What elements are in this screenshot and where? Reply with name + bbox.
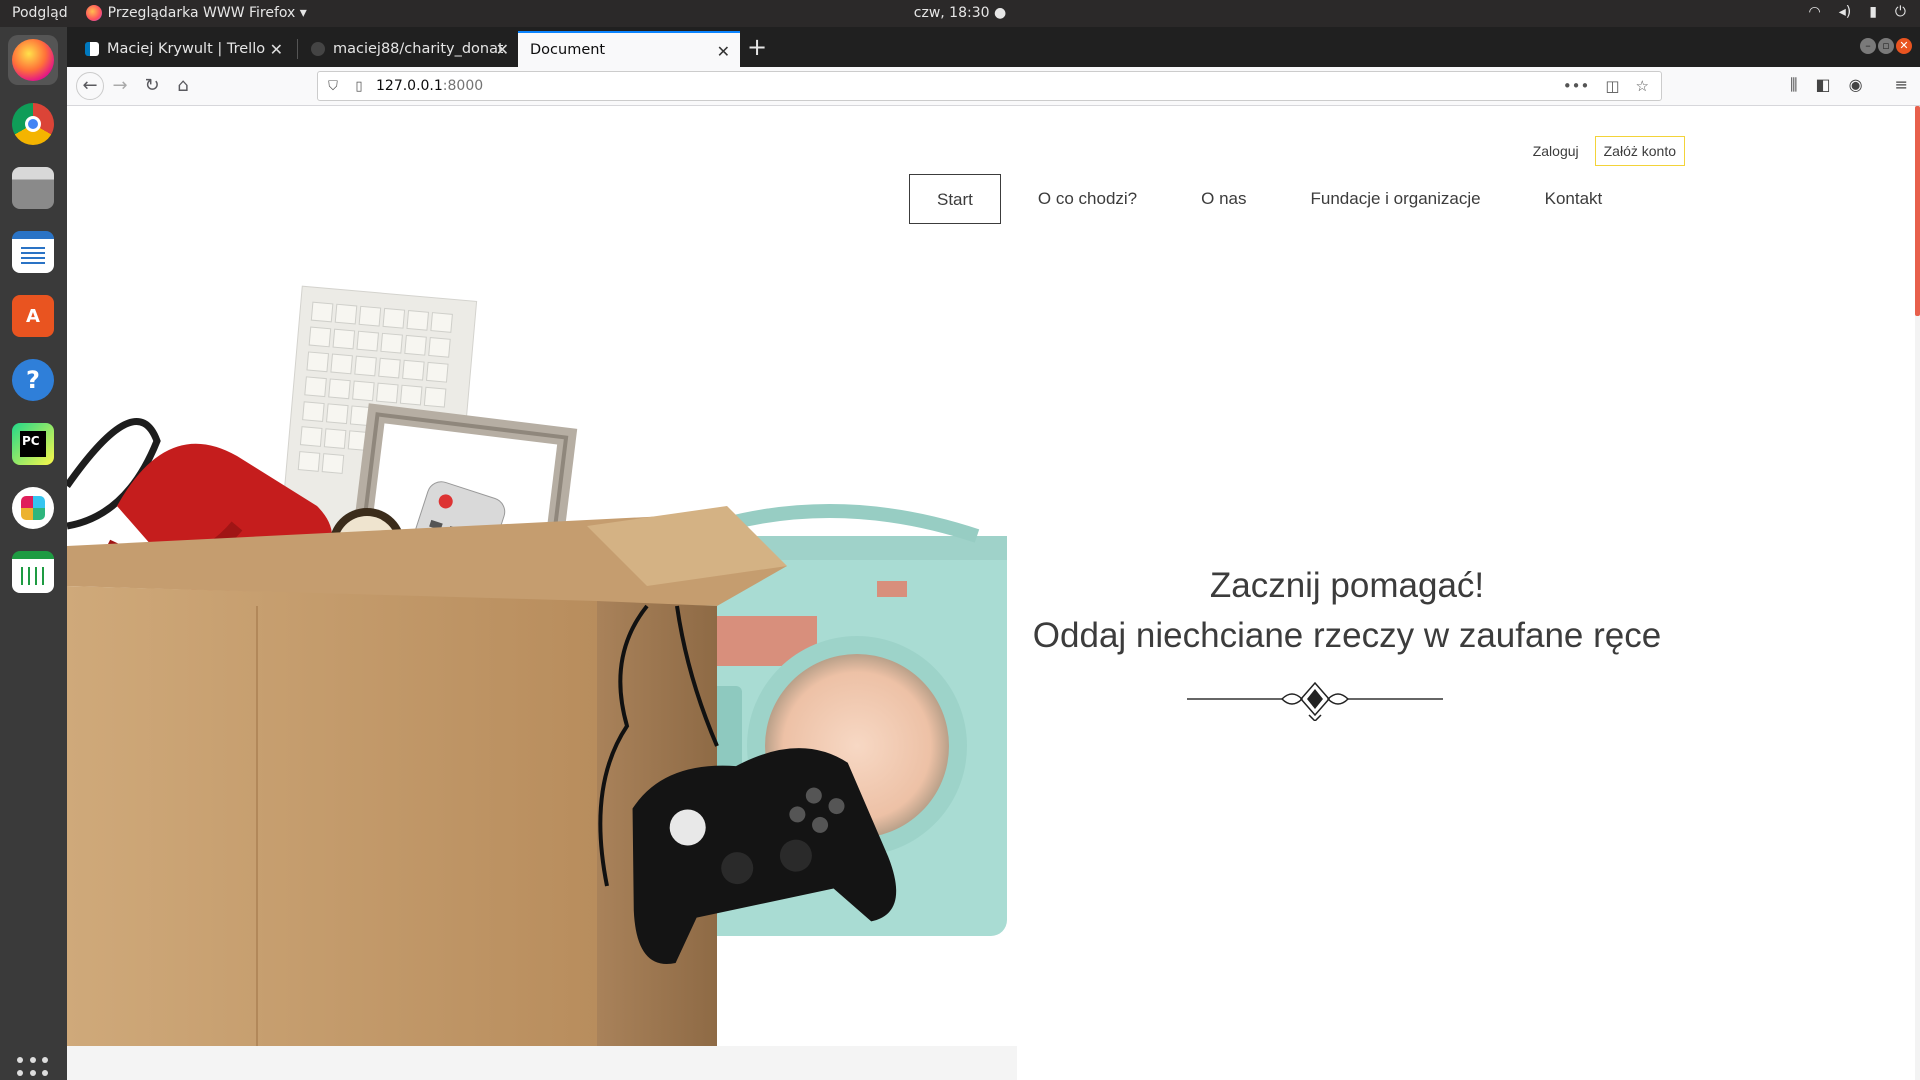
window-close-icon[interactable]: ✕ xyxy=(1896,38,1912,54)
bookmark-star-icon[interactable]: ☆ xyxy=(1636,77,1649,95)
show-applications-icon[interactable] xyxy=(17,1057,49,1080)
software-center-icon: A xyxy=(12,295,54,337)
dock-writer[interactable] xyxy=(8,227,58,277)
ornament-divider xyxy=(1187,681,1443,721)
dock-software[interactable]: A xyxy=(8,291,58,341)
calc-icon xyxy=(12,551,54,593)
firefox-icon xyxy=(12,39,54,81)
dock-chrome[interactable] xyxy=(8,99,58,149)
back-icon[interactable]: ← xyxy=(76,72,104,100)
pycharm-icon: PC xyxy=(12,423,54,465)
tab-bar: Maciej Krywult | Trello ✕ maciej88/chari… xyxy=(67,27,1920,67)
power-icon[interactable]: ⏻ xyxy=(1895,4,1906,20)
menu-icon[interactable]: ≡ xyxy=(1895,75,1908,95)
main-navigation: Start O co chodzi? O nas Fundacje i orga… xyxy=(909,174,1639,224)
account-icon[interactable]: ◉ xyxy=(1849,75,1863,95)
nav-bar: ← → ↻ ⌂ ⛉ ▯ 127.0.0.1:8000 ••• ◫ ☆ ⫼ ◧ ◉… xyxy=(67,67,1920,106)
tab-label: Maciej Krywult | Trello xyxy=(107,41,266,57)
volume-icon[interactable]: ◂) xyxy=(1839,4,1852,20)
page-icon[interactable]: ▯ xyxy=(350,78,368,96)
url-bar[interactable]: ⛉ ▯ 127.0.0.1:8000 ••• ◫ ☆ xyxy=(317,71,1662,101)
url-text[interactable]: 127.0.0.1:8000 xyxy=(376,78,483,94)
wifi-icon[interactable]: ◠ xyxy=(1808,4,1820,20)
nav-foundations[interactable]: Fundacje i organizacje xyxy=(1284,174,1508,224)
register-button[interactable]: Załóż konto xyxy=(1594,136,1685,166)
home-icon[interactable]: ⌂ xyxy=(171,74,195,98)
library-icon[interactable]: ⫼ xyxy=(1790,75,1797,95)
forward-icon[interactable]: → xyxy=(108,74,132,98)
nav-about-us[interactable]: O nas xyxy=(1174,174,1273,224)
headline-line-1: Zacznij pomagać! xyxy=(1209,566,1485,605)
chrome-icon xyxy=(12,103,54,145)
nav-about-what[interactable]: O co chodzi? xyxy=(1011,174,1164,224)
close-icon[interactable]: ✕ xyxy=(270,40,283,59)
tab-document[interactable]: Document ✕ xyxy=(518,31,740,67)
files-icon xyxy=(12,167,54,209)
close-icon[interactable]: ✕ xyxy=(717,42,730,61)
page-scrollbar[interactable] xyxy=(1915,106,1920,1080)
tab-label: maciej88/charity_donati xyxy=(333,41,503,57)
page-actions-icon[interactable]: ••• xyxy=(1563,77,1590,95)
clock[interactable]: czw, 18:30 ● xyxy=(0,5,1920,21)
writer-icon xyxy=(12,231,54,273)
headline-line-2: Oddaj niechciane rzeczy w zaufane ręce xyxy=(1032,616,1662,655)
tab-trello[interactable]: Maciej Krywult | Trello ✕ xyxy=(73,31,293,67)
slack-icon xyxy=(12,487,54,529)
battery-icon[interactable]: ▮ xyxy=(1869,4,1877,20)
dock-help[interactable]: ? xyxy=(8,355,58,405)
sidebar-icon[interactable]: ◧ xyxy=(1816,75,1831,95)
system-top-bar: Podgląd Przeglądarka WWW Firefox ▾ czw, … xyxy=(0,0,1920,27)
help-icon: ? xyxy=(12,359,54,401)
github-icon xyxy=(311,42,325,56)
dock-pycharm[interactable]: PC xyxy=(8,419,58,469)
hero-illustration xyxy=(67,285,1017,1080)
pocket-icon[interactable]: ◫ xyxy=(1605,77,1619,95)
dock: A ? PC xyxy=(0,27,67,1080)
hero-headline: Zacznij pomagać! Oddaj niechciane rzeczy… xyxy=(987,561,1707,661)
dock-firefox[interactable] xyxy=(8,35,58,85)
minimize-icon[interactable]: – xyxy=(1860,38,1876,54)
dock-calc[interactable] xyxy=(8,547,58,597)
shield-icon[interactable]: ⛉ xyxy=(324,78,342,96)
nav-start[interactable]: Start xyxy=(909,174,1001,224)
dock-files[interactable] xyxy=(8,163,58,213)
login-link[interactable]: Zaloguj xyxy=(1533,143,1579,159)
dock-slack[interactable] xyxy=(8,483,58,533)
nav-contact[interactable]: Kontakt xyxy=(1518,174,1630,224)
tab-github[interactable]: maciej88/charity_donati ✕ xyxy=(299,31,519,67)
maximize-icon[interactable]: ▫ xyxy=(1878,38,1894,54)
scrollbar-thumb[interactable] xyxy=(1915,106,1920,316)
page-viewport: Zaloguj Załóż konto Start O co chodzi? O… xyxy=(67,106,1920,1080)
close-icon[interactable]: ✕ xyxy=(496,40,509,59)
new-tab-button[interactable]: + xyxy=(747,33,767,61)
tab-label: Document xyxy=(530,42,606,58)
auth-links: Zaloguj Załóż konto xyxy=(1533,136,1685,166)
trello-icon xyxy=(85,42,99,56)
reload-icon[interactable]: ↻ xyxy=(140,74,164,98)
